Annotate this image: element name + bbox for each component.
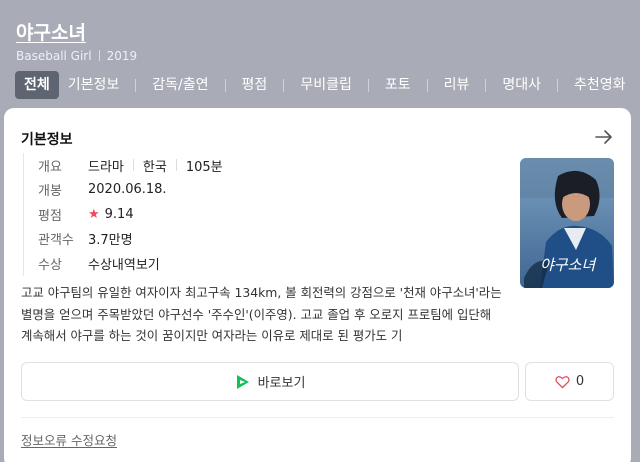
rating-value-wrap: ★ 9.14 <box>74 207 134 222</box>
tab-photos[interactable]: 포토 <box>376 71 420 99</box>
awards-row: 수상 수상내역보기 <box>24 251 503 276</box>
tab-rating[interactable]: 평점 <box>233 71 277 99</box>
genre: 드라마 <box>88 159 124 175</box>
runtime: 105분 <box>185 159 223 175</box>
tab-divider <box>224 78 226 92</box>
divider <box>98 50 100 61</box>
divider <box>132 159 134 172</box>
audience-label: 관객수 <box>38 233 74 249</box>
movie-poster[interactable]: 야구소녀 <box>520 158 614 288</box>
report-error-link[interactable]: 정보오류 수정요청 <box>21 430 117 449</box>
rating-label: 평점 <box>38 208 62 224</box>
play-icon <box>236 374 249 389</box>
svg-text:야구소녀: 야구소녀 <box>540 256 597 274</box>
overview-value: 드라마 한국 105분 <box>74 156 223 175</box>
tab-all[interactable]: 전체 <box>15 71 59 99</box>
tab-divider <box>283 78 285 92</box>
card-divider <box>21 417 614 418</box>
tab-director-cast[interactable]: 감독/출연 <box>143 71 217 99</box>
movie-header: 야구소녀 Baseball Girl 2019 전체 기본정보 감독/출연 평점 … <box>0 0 640 108</box>
like-button[interactable]: 0 <box>525 362 614 401</box>
card-title: 기본정보 <box>21 132 73 148</box>
rating-row: 평점 ★ 9.14 <box>24 202 503 227</box>
tab-divider <box>135 78 137 92</box>
overview-row: 개요 드라마 한국 105분 <box>24 153 503 178</box>
audience-row: 관객수 3.7만명 <box>24 227 503 252</box>
release-row: 개봉 2020.06.18. <box>24 178 503 203</box>
release-date: 2020.06.18. <box>88 182 167 198</box>
basic-info-card: 기본정보 개요 드라마 한국 105분 개봉 2020.06.18. 평점 ★ 9.1… <box>4 108 631 462</box>
info-table: 개요 드라마 한국 105분 개봉 2020.06.18. 평점 ★ 9.14 관객수… <box>23 153 503 276</box>
tab-divider <box>557 78 559 92</box>
tab-basic-info[interactable]: 기본정보 <box>59 71 129 99</box>
like-count: 0 <box>575 374 585 389</box>
tab-recommended[interactable]: 추천영화 <box>565 71 635 99</box>
rating-value: 9.14 <box>104 206 134 222</box>
movie-description: 고교 야구팀의 유일한 여자이자 최고구속 134km, 볼 회전력의 강점으로… <box>21 285 502 343</box>
overview-label: 개요 <box>38 159 62 175</box>
movie-subinfo: Baseball Girl 2019 <box>16 49 137 63</box>
divider <box>175 159 177 172</box>
audience-count: 3.7만명 <box>88 233 133 249</box>
tab-divider <box>426 78 428 92</box>
tab-quotes[interactable]: 명대사 <box>493 71 550 99</box>
tab-divider <box>367 78 369 92</box>
watch-now-button[interactable]: 바로보기 <box>21 362 519 401</box>
heart-icon <box>555 375 570 388</box>
arrow-right-icon[interactable] <box>594 127 614 147</box>
release-year: 2019 <box>106 49 138 63</box>
tab-movie-clips[interactable]: 무비클립 <box>291 71 361 99</box>
awards-label: 수상 <box>38 257 62 273</box>
movie-title[interactable]: 야구소녀 <box>16 18 86 45</box>
awards-link[interactable]: 수상내역보기 <box>74 254 160 273</box>
tab-divider <box>485 78 487 92</box>
tab-bar: 전체 기본정보 감독/출연 평점 무비클립 포토 리뷰 명대사 추천영화 <box>15 71 635 99</box>
watch-now-label: 바로보기 <box>257 376 306 391</box>
release-label: 개봉 <box>38 184 62 200</box>
tab-reviews[interactable]: 리뷰 <box>435 71 479 99</box>
poster-image: 야구소녀 <box>520 158 614 288</box>
original-title: Baseball Girl <box>16 49 92 63</box>
star-icon: ★ <box>88 206 100 222</box>
country: 한국 <box>142 159 167 175</box>
